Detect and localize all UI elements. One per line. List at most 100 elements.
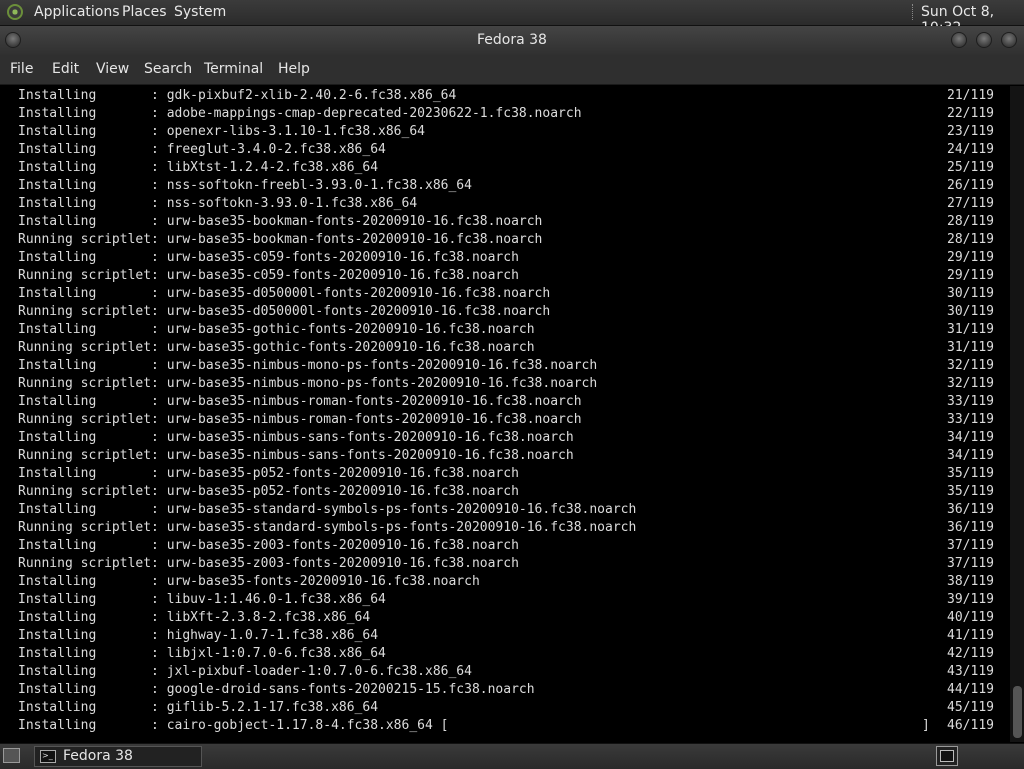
terminal-line: Installing : urw-base35-nimbus-sans-font…	[18, 430, 574, 445]
terminal-line-progress: 21/119	[947, 88, 994, 103]
minimize-icon[interactable]	[951, 32, 967, 48]
terminal-line: Running scriptlet: urw-base35-d050000l-f…	[18, 304, 551, 319]
terminal-line-progress: 25/119	[947, 160, 994, 175]
terminal-line: Installing : urw-base35-gothic-fonts-202…	[18, 322, 535, 337]
close-icon[interactable]	[1001, 32, 1017, 48]
terminal-line-progress: 27/119	[947, 196, 994, 211]
terminal-line: Installing : gdk-pixbuf2-xlib-2.40.2-6.f…	[18, 88, 457, 103]
terminal-line-progress: 37/119	[947, 538, 994, 553]
terminal-line-progress: 38/119	[947, 574, 994, 589]
terminal-line: Installing : cairo-gobject-1.17.8-4.fc38…	[18, 718, 449, 733]
progress-bracket: ]	[922, 718, 930, 733]
terminal-line: Installing : urw-base35-standard-symbols…	[18, 502, 637, 517]
terminal-line: Installing : freeglut-3.4.0-2.fc38.x86_6…	[18, 142, 386, 157]
terminal-line-progress: 33/119	[947, 412, 994, 427]
terminal-line-progress: 28/119	[947, 232, 994, 247]
terminal-line-progress: 31/119	[947, 322, 994, 337]
applications-menu[interactable]: Applications	[34, 4, 120, 20]
menu-edit[interactable]: Edit	[52, 61, 79, 77]
maximize-icon[interactable]	[976, 32, 992, 48]
terminal-line: Running scriptlet: urw-base35-p052-fonts…	[18, 484, 519, 499]
terminal-output[interactable]: Installing : gdk-pixbuf2-xlib-2.40.2-6.f…	[0, 84, 1024, 744]
terminal-line: Running scriptlet: urw-base35-nimbus-mon…	[18, 376, 598, 391]
terminal-line: Installing : giflib-5.2.1-17.fc38.x86_64	[18, 700, 379, 715]
terminal-line-progress: 32/119	[947, 376, 994, 391]
terminal-line: Running scriptlet: urw-base35-nimbus-san…	[18, 448, 574, 463]
terminal-line: Installing : google-droid-sans-fonts-202…	[18, 682, 535, 697]
terminal-line-progress: 39/119	[947, 592, 994, 607]
terminal-line: Installing : urw-base35-nimbus-roman-fon…	[18, 394, 582, 409]
workspace-switcher[interactable]	[936, 746, 958, 766]
terminal-line-progress: 22/119	[947, 106, 994, 121]
bottom-panel: >_ Fedora 38	[0, 743, 1024, 769]
terminal-line: Installing : urw-base35-bookman-fonts-20…	[18, 214, 543, 229]
menu-help[interactable]: Help	[278, 61, 310, 77]
terminal-line-progress: 44/119	[947, 682, 994, 697]
terminal-line-progress: 43/119	[947, 664, 994, 679]
terminal-line: Installing : urw-base35-z003-fonts-20200…	[18, 538, 519, 553]
window-title: Fedora 38	[477, 32, 547, 48]
terminal-line-progress: 36/119	[947, 520, 994, 535]
terminal-line-progress: 35/119	[947, 466, 994, 481]
terminal-line: Running scriptlet: urw-base35-standard-s…	[18, 520, 637, 535]
terminal-line: Running scriptlet: urw-base35-gothic-fon…	[18, 340, 535, 355]
workspace-window-preview	[940, 750, 954, 762]
menu-search[interactable]: Search	[144, 61, 192, 77]
terminal-line: Installing : libXtst-1.2.4-2.fc38.x86_64	[18, 160, 379, 175]
terminal-line: Installing : urw-base35-fonts-20200910-1…	[18, 574, 480, 589]
terminal-line-progress: 36/119	[947, 502, 994, 517]
show-desktop-icon[interactable]	[3, 748, 20, 763]
terminal-line-progress: 40/119	[947, 610, 994, 625]
terminal-line-progress: 29/119	[947, 250, 994, 265]
terminal-line: Installing : adobe-mappings-cmap-depreca…	[18, 106, 582, 121]
terminal-line: Running scriptlet: urw-base35-bookman-fo…	[18, 232, 543, 247]
terminal-scrollbar[interactable]	[1010, 86, 1024, 742]
top-panel: Applications Places System Sun Oct 8, 10…	[0, 0, 1024, 36]
menu-view[interactable]: View	[96, 61, 129, 77]
scrollbar-thumb[interactable]	[1013, 686, 1022, 738]
terminal-line: Installing : libXft-2.3.8-2.fc38.x86_64	[18, 610, 371, 625]
taskbar-window-button[interactable]: >_ Fedora 38	[34, 746, 202, 767]
terminal-line: Installing : urw-base35-p052-fonts-20200…	[18, 466, 519, 481]
panel-separator	[912, 4, 915, 20]
terminal-line-progress: 31/119	[947, 340, 994, 355]
terminal-line-progress: 26/119	[947, 178, 994, 193]
places-menu[interactable]: Places	[122, 4, 167, 20]
terminal-line-progress: 30/119	[947, 304, 994, 319]
taskbar-window-label: Fedora 38	[63, 748, 133, 764]
terminal-line-progress: 41/119	[947, 628, 994, 643]
terminal-line-progress: 45/119	[947, 700, 994, 715]
terminal-line-progress: 46/119	[947, 718, 994, 733]
terminal-line: Installing : nss-softokn-3.93.0-1.fc38.x…	[18, 196, 418, 211]
terminal-line: Installing : highway-1.0.7-1.fc38.x86_64	[18, 628, 379, 643]
terminal-line: Installing : nss-softokn-freebl-3.93.0-1…	[18, 178, 472, 193]
terminal-line-progress: 24/119	[947, 142, 994, 157]
terminal-line: Installing : libuv-1:1.46.0-1.fc38.x86_6…	[18, 592, 386, 607]
terminal-line-progress: 34/119	[947, 448, 994, 463]
terminal-line-progress: 37/119	[947, 556, 994, 571]
terminal-line-progress: 29/119	[947, 268, 994, 283]
terminal-line: Installing : openexr-libs-3.1.10-1.fc38.…	[18, 124, 425, 139]
terminal-line-progress: 35/119	[947, 484, 994, 499]
terminal-line: Installing : libjxl-1:0.7.0-6.fc38.x86_6…	[18, 646, 386, 661]
terminal-line-progress: 23/119	[947, 124, 994, 139]
terminal-line: Running scriptlet: urw-base35-c059-fonts…	[18, 268, 519, 283]
terminal-line: Installing : urw-base35-nimbus-mono-ps-f…	[18, 358, 598, 373]
terminal-line-progress: 30/119	[947, 286, 994, 301]
terminal-line: Running scriptlet: urw-base35-nimbus-rom…	[18, 412, 582, 427]
menu-terminal[interactable]: Terminal	[204, 61, 263, 77]
terminal-line: Installing : urw-base35-d050000l-fonts-2…	[18, 286, 551, 301]
terminal-line: Installing : urw-base35-c059-fonts-20200…	[18, 250, 519, 265]
system-menu[interactable]: System	[174, 4, 226, 20]
menu-file[interactable]: File	[10, 61, 33, 77]
terminal-line-progress: 33/119	[947, 394, 994, 409]
terminal-line: Running scriptlet: urw-base35-z003-fonts…	[18, 556, 519, 571]
window-titlebar[interactable]: Fedora 38	[0, 26, 1024, 55]
terminal-icon: >_	[40, 750, 56, 763]
terminal-line-progress: 34/119	[947, 430, 994, 445]
terminal-line-progress: 32/119	[947, 358, 994, 373]
menu-bar: File Edit View Search Terminal Help	[0, 55, 1024, 84]
fedora-logo-icon[interactable]	[7, 4, 23, 20]
terminal-line-progress: 28/119	[947, 214, 994, 229]
terminal-line: Installing : jxl-pixbuf-loader-1:0.7.0-6…	[18, 664, 472, 679]
